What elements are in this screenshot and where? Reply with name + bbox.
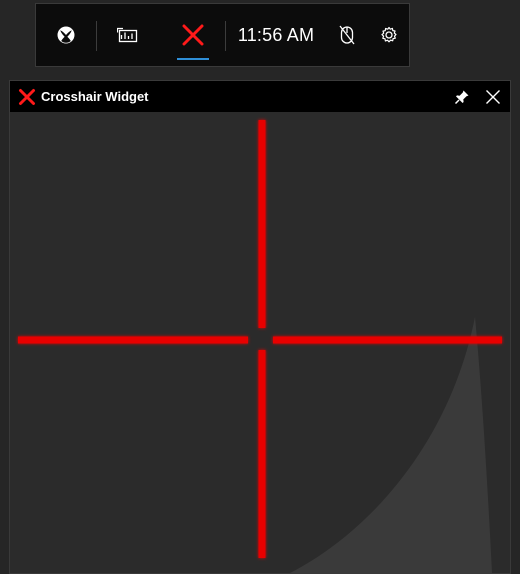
performance-button[interactable] — [108, 4, 148, 66]
pin-icon — [454, 90, 469, 104]
separator — [225, 21, 226, 51]
mouse-icon — [339, 25, 355, 45]
crosshair-x-icon — [19, 89, 35, 105]
crosshair-left-line — [18, 336, 248, 344]
separator — [96, 21, 97, 51]
clock-time: 11:56 AM — [237, 24, 315, 45]
crosshair-preview-area — [10, 112, 510, 573]
crosshair-icon — [182, 24, 204, 46]
widget-title: Crosshair Widget — [41, 89, 149, 104]
crosshair-preview — [18, 120, 502, 573]
pin-button[interactable] — [447, 81, 477, 112]
close-icon — [486, 89, 500, 104]
mouse-lock-button[interactable] — [332, 4, 362, 66]
crosshair-bottom-line — [258, 350, 266, 558]
active-tab-indicator — [177, 58, 209, 60]
crosshair-tab-button[interactable] — [173, 4, 213, 66]
game-bar: 11:56 AM — [35, 3, 410, 67]
settings-button[interactable] — [372, 4, 406, 66]
crosshair-top-line — [258, 120, 266, 328]
xbox-button[interactable] — [48, 4, 84, 66]
widget-titlebar[interactable]: Crosshair Widget — [10, 81, 510, 112]
xbox-icon — [57, 26, 75, 44]
screen: 11:56 AM Crosshair Widget — [0, 0, 520, 574]
crosshair-right-line — [273, 336, 502, 344]
crosshair-widget: Crosshair Widget — [9, 80, 511, 574]
gear-icon — [381, 26, 397, 43]
background-shape — [290, 317, 492, 573]
close-button[interactable] — [478, 81, 508, 112]
performance-icon — [117, 27, 138, 43]
